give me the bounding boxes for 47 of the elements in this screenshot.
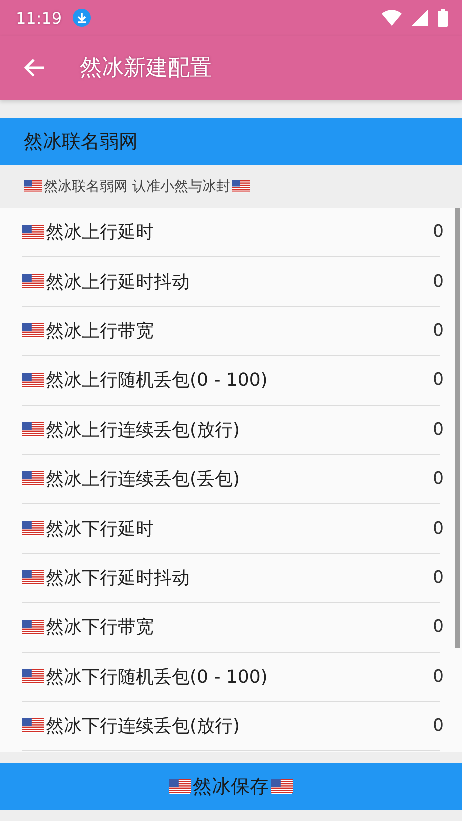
status-time: 11:19 bbox=[16, 8, 62, 28]
us-flag-icon bbox=[22, 372, 44, 388]
setting-value[interactable]: 0 bbox=[433, 420, 444, 440]
setting-value[interactable]: 0 bbox=[433, 666, 444, 687]
setting-value[interactable]: 0 bbox=[433, 222, 444, 242]
us-flag-icon bbox=[22, 323, 44, 339]
setting-label: 然冰上行延时 bbox=[46, 221, 155, 244]
setting-label: 然冰上行随机丢包(0 - 100) bbox=[46, 369, 269, 392]
us-flag-icon bbox=[22, 669, 44, 684]
setting-label: 然冰下行连续丢包(放行) bbox=[46, 715, 242, 738]
setting-value[interactable]: 0 bbox=[433, 568, 444, 588]
back-arrow-icon[interactable] bbox=[24, 57, 46, 79]
setting-label: 然冰下行延时 bbox=[46, 518, 155, 541]
setting-label: 然冰上行连续丢包(丢包) bbox=[46, 468, 242, 492]
us-flag-icon bbox=[22, 422, 44, 438]
signal-icon bbox=[412, 10, 428, 26]
setting-label: 然冰下行带宽 bbox=[46, 616, 155, 640]
us-flag-icon bbox=[22, 620, 44, 636]
subtitle-text: 然冰联名弱网 认准小然与冰封 bbox=[44, 178, 230, 196]
us-flag-icon bbox=[232, 180, 250, 193]
us-flag-icon bbox=[169, 778, 191, 794]
setting-value[interactable]: 0 bbox=[433, 716, 444, 736]
us-flag-icon bbox=[22, 274, 44, 290]
setting-value[interactable]: 0 bbox=[433, 518, 444, 539]
battery-icon bbox=[438, 9, 448, 27]
setting-value[interactable]: 0 bbox=[433, 370, 444, 390]
setting-value[interactable]: 0 bbox=[433, 272, 444, 292]
page-title: 然冰新建配置 bbox=[80, 55, 212, 83]
wifi-icon bbox=[382, 10, 402, 26]
setting-value[interactable]: 0 bbox=[433, 469, 444, 490]
setting-label: 然冰上行带宽 bbox=[46, 320, 155, 343]
us-flag-icon bbox=[22, 224, 44, 240]
us-flag-icon bbox=[24, 180, 42, 193]
setting-label: 然冰上行连续丢包(放行) bbox=[46, 418, 242, 442]
download-icon bbox=[72, 8, 92, 28]
setting-value[interactable]: 0 bbox=[433, 320, 444, 341]
us-flag-icon bbox=[22, 471, 44, 487]
us-flag-icon bbox=[22, 570, 44, 586]
setting-label: 然冰下行延时抖动 bbox=[46, 566, 191, 590]
us-flag-icon bbox=[22, 520, 44, 536]
us-flag-icon bbox=[271, 778, 293, 794]
save-button[interactable]: 然冰保存 bbox=[0, 763, 462, 810]
banner-title: 然冰联名弱网 bbox=[24, 130, 138, 154]
setting-value[interactable]: 0 bbox=[433, 617, 444, 638]
setting-label: 然冰上行延时抖动 bbox=[46, 270, 191, 294]
setting-label: 然冰下行随机丢包(0 - 100) bbox=[46, 666, 269, 689]
us-flag-icon bbox=[22, 718, 44, 734]
